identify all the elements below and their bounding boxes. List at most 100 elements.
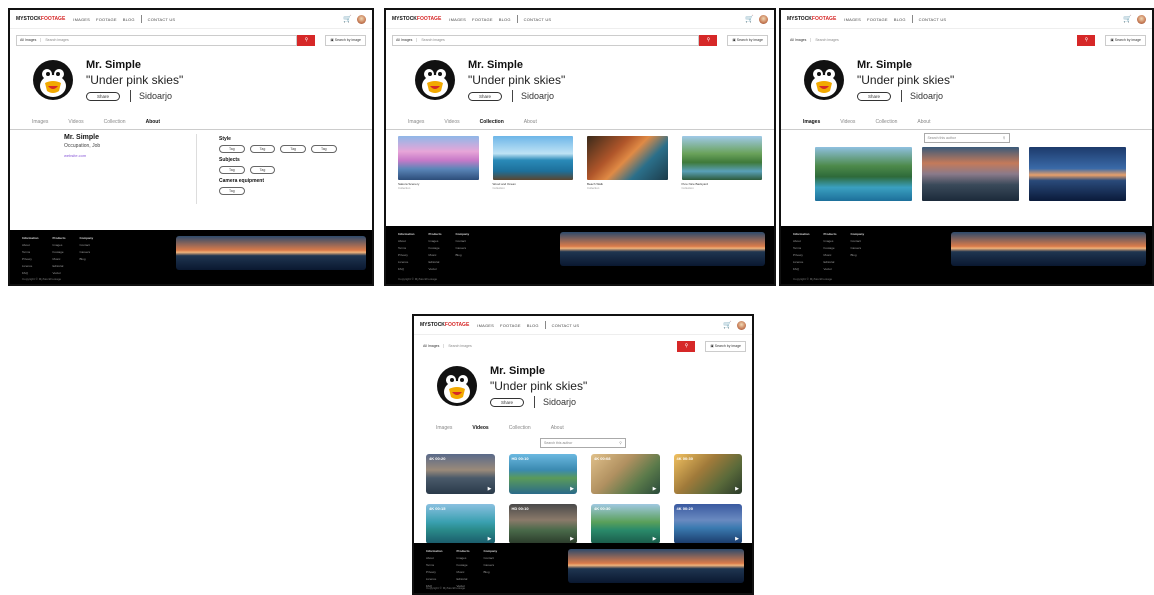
collection-thumbnail[interactable] xyxy=(492,136,573,180)
video-card[interactable]: 4K 00:20 ▶ xyxy=(673,504,742,544)
footer-link[interactable]: Images xyxy=(53,243,66,247)
footer-link[interactable]: About xyxy=(22,243,39,247)
tab-about[interactable]: About xyxy=(146,119,160,129)
search-button[interactable]: ⚲ xyxy=(1077,34,1096,46)
share-button[interactable]: Share xyxy=(857,91,892,101)
footer-link[interactable]: Footage xyxy=(53,250,66,254)
footer-link[interactable]: Editorial xyxy=(429,260,442,264)
image-thumbnail[interactable] xyxy=(922,147,1019,201)
tab-images[interactable]: Images xyxy=(436,425,452,435)
footer-link[interactable]: Licence xyxy=(398,260,415,264)
search-category[interactable]: All Images xyxy=(20,38,42,42)
nav-blog[interactable]: BLOG xyxy=(894,17,906,22)
search-button[interactable]: ⚲ xyxy=(699,34,718,46)
nav-footage[interactable]: FOOTAGE xyxy=(96,17,117,22)
footer-link[interactable]: Licence xyxy=(22,264,39,268)
footer-link[interactable]: Editorial xyxy=(457,577,470,581)
footer-link[interactable]: Licence xyxy=(793,260,810,264)
tab-collection[interactable]: Collection xyxy=(875,119,897,129)
footer-link[interactable]: Images xyxy=(457,556,470,560)
search-input[interactable]: All Images Search images xyxy=(787,35,1077,46)
footer-link[interactable]: Blog xyxy=(851,253,865,257)
share-button[interactable]: Share xyxy=(86,91,121,101)
search-category[interactable]: All Images xyxy=(423,344,445,348)
footer-link[interactable]: FAQ xyxy=(793,267,810,271)
tab-images[interactable]: Images xyxy=(408,119,424,129)
video-card[interactable]: 4K 00:15 ▶ xyxy=(426,504,495,544)
footer-link[interactable]: Music xyxy=(824,253,837,257)
footer-link[interactable]: About xyxy=(398,239,415,243)
footer-link[interactable]: Blog xyxy=(456,253,470,257)
footer-link[interactable]: Contact xyxy=(484,556,498,560)
footer-link[interactable]: Privacy xyxy=(426,570,443,574)
footer-link[interactable]: Contact xyxy=(80,243,94,247)
site-logo[interactable]: MYSTOCKFOOTAGE xyxy=(16,16,65,22)
cart-icon[interactable]: 🛒 xyxy=(723,321,732,329)
tab-videos[interactable]: Videos xyxy=(840,119,855,129)
search-category[interactable]: All Images xyxy=(396,38,418,42)
user-avatar[interactable] xyxy=(737,320,746,330)
footer-link[interactable]: Terms xyxy=(398,246,415,250)
site-logo[interactable]: MYSTOCKFOOTAGE xyxy=(787,16,836,22)
tab-images[interactable]: Images xyxy=(803,119,820,129)
author-search-input[interactable]: Search this author ⚲ xyxy=(540,438,626,448)
video-card[interactable]: 4K 00:08 ▶ xyxy=(591,454,660,494)
nav-contact[interactable]: CONTACT US xyxy=(524,17,552,22)
footer-link[interactable]: Footage xyxy=(824,246,837,250)
video-card[interactable]: HD 00:10 ▶ xyxy=(508,504,577,544)
nav-images[interactable]: IMAGES xyxy=(73,17,90,22)
footer-link[interactable]: Privacy xyxy=(793,253,810,257)
collection-thumbnail[interactable] xyxy=(398,136,479,180)
footer-link[interactable]: FAQ xyxy=(398,267,415,271)
footer-link[interactable]: Terms xyxy=(426,563,443,567)
camera-tag[interactable]: Tag xyxy=(219,187,245,195)
video-card[interactable]: 4K 00:20 ▶ xyxy=(426,454,495,494)
footer-link[interactable]: Images xyxy=(824,239,837,243)
footer-link[interactable]: About xyxy=(426,556,443,560)
video-card[interactable]: 4K 00:30 ▶ xyxy=(591,504,660,544)
image-thumbnail[interactable] xyxy=(1029,147,1126,201)
nav-contact[interactable]: CONTACT US xyxy=(148,17,176,22)
nav-images[interactable]: IMAGES xyxy=(477,323,494,328)
tab-about[interactable]: About xyxy=(917,119,930,129)
site-logo[interactable]: MYSTOCKFOOTAGE xyxy=(392,16,441,22)
nav-images[interactable]: IMAGES xyxy=(449,17,466,22)
video-card[interactable]: 4K 00:30 ▶ xyxy=(673,454,742,494)
about-website-link[interactable]: website.com xyxy=(64,153,196,158)
tab-collection[interactable]: Collection xyxy=(509,425,531,435)
collection-card[interactable]: Beach Walk Collection xyxy=(587,136,668,190)
footer-link[interactable]: Music xyxy=(429,253,442,257)
user-avatar[interactable] xyxy=(357,14,366,24)
search-input[interactable]: All Images Search images xyxy=(16,34,298,46)
nav-footage[interactable]: FOOTAGE xyxy=(500,323,521,328)
footer-link[interactable]: Careers xyxy=(80,250,94,254)
share-button[interactable]: Share xyxy=(468,91,503,101)
search-input[interactable]: All Images Search images xyxy=(392,34,700,46)
footer-link[interactable]: Vector xyxy=(53,271,66,275)
tab-videos[interactable]: Videos xyxy=(472,425,488,435)
collection-card[interactable]: Wood and Ocean Collection xyxy=(492,136,573,190)
style-tag[interactable]: Tag xyxy=(280,145,306,153)
nav-blog[interactable]: BLOG xyxy=(499,17,511,22)
footer-link[interactable]: Editorial xyxy=(53,264,66,268)
cart-icon[interactable]: 🛒 xyxy=(1123,15,1132,23)
footer-link[interactable]: Music xyxy=(457,570,470,574)
footer-link[interactable]: Footage xyxy=(429,246,442,250)
footer-link[interactable]: Terms xyxy=(22,250,39,254)
search-button[interactable]: ⚲ xyxy=(677,340,696,352)
video-card[interactable]: HD 00:10 ▶ xyxy=(508,454,577,494)
cart-icon[interactable]: 🛒 xyxy=(745,15,754,23)
tab-videos[interactable]: Videos xyxy=(444,119,459,129)
collection-card[interactable]: Pure Nice Backyard Collection xyxy=(681,136,762,190)
search-input[interactable]: All Images Search images xyxy=(420,341,677,352)
tab-collection[interactable]: Collection xyxy=(480,119,504,129)
footer-link[interactable]: Vector xyxy=(429,267,442,271)
footer-link[interactable]: Privacy xyxy=(22,257,39,261)
image-search-button[interactable]: ▣ Search by image xyxy=(1105,34,1146,46)
image-thumbnail[interactable] xyxy=(815,147,912,201)
share-button[interactable]: Share xyxy=(490,397,525,407)
tab-videos[interactable]: Videos xyxy=(68,119,83,129)
nav-blog[interactable]: BLOG xyxy=(123,17,135,22)
collection-thumbnail[interactable] xyxy=(587,136,668,180)
user-avatar[interactable] xyxy=(1137,14,1146,24)
